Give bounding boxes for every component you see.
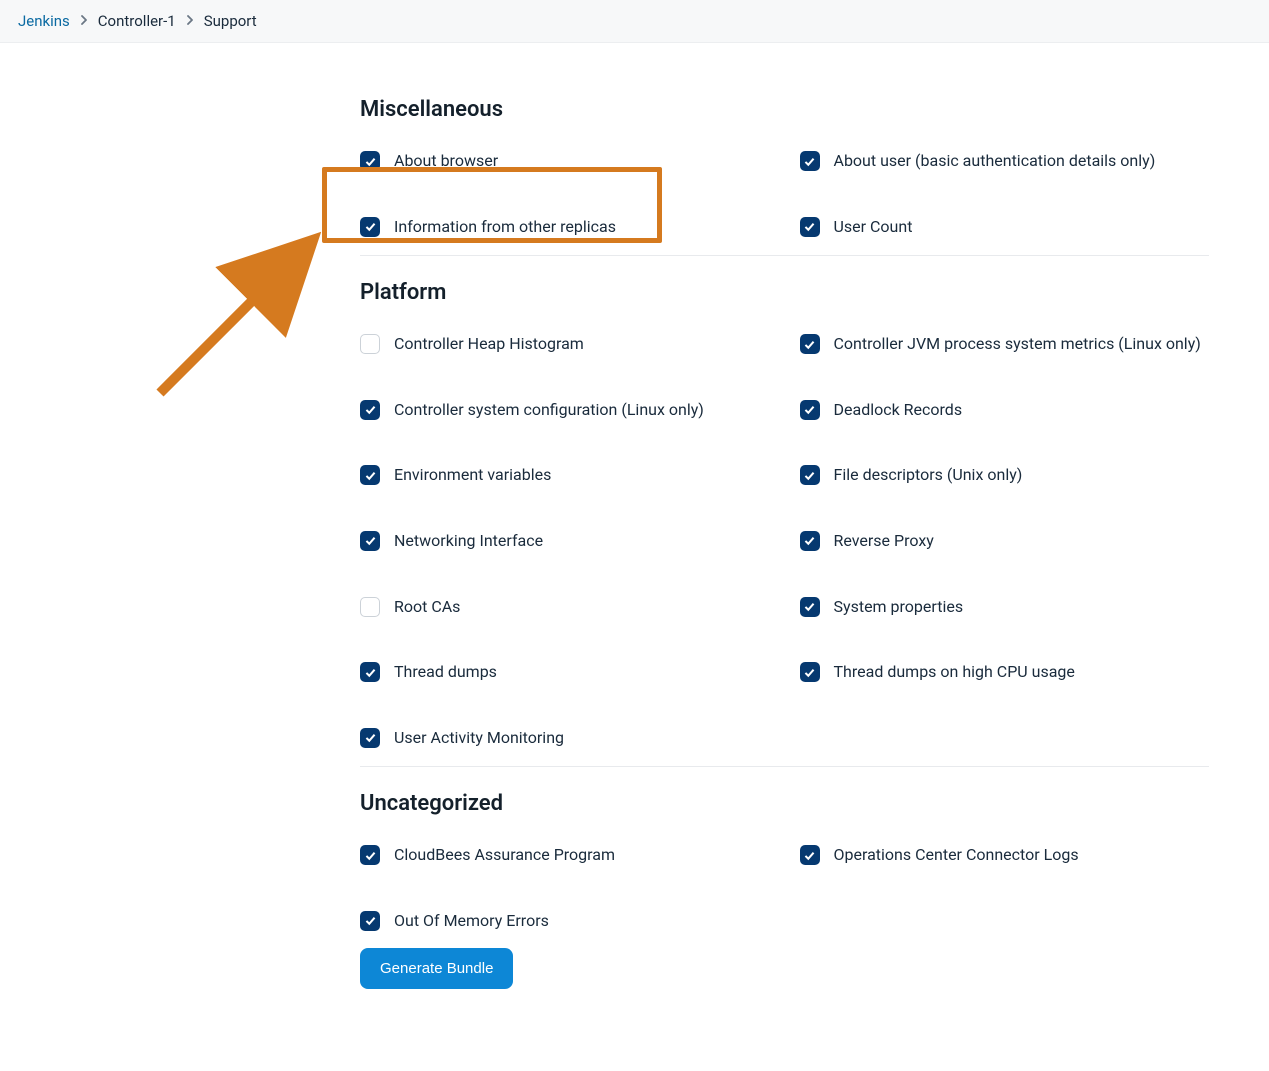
- section-title: Miscellaneous: [360, 97, 1209, 122]
- check-label: Operations Center Connector Logs: [834, 844, 1079, 866]
- section-uncategorized: Uncategorized CloudBees Assurance Progra…: [360, 791, 1209, 1006]
- check-label: Deadlock Records: [834, 399, 963, 421]
- check-label: Networking Interface: [394, 530, 543, 552]
- check-label: Controller Heap Histogram: [394, 333, 584, 355]
- check-label: Thread dumps on high CPU usage: [834, 661, 1075, 683]
- checkbox-about-user[interactable]: [800, 151, 820, 171]
- check-icon: [803, 220, 816, 233]
- check-label: Root CAs: [394, 596, 460, 618]
- checkbox-controller-heap-histogram[interactable]: [360, 334, 380, 354]
- checkbox-reverse-proxy[interactable]: [800, 531, 820, 551]
- checkbox-root-cas[interactable]: [360, 597, 380, 617]
- check-icon: [364, 403, 377, 416]
- check-label: Controller system configuration (Linux o…: [394, 399, 704, 421]
- chevron-right-icon: [186, 13, 194, 29]
- check-icon: [803, 155, 816, 168]
- checkbox-cloudbees-assurance[interactable]: [360, 845, 380, 865]
- check-label: Out Of Memory Errors: [394, 910, 549, 932]
- check-icon: [803, 534, 816, 547]
- check-icon: [364, 666, 377, 679]
- check-label: Thread dumps: [394, 661, 497, 683]
- breadcrumb-link-controller[interactable]: Controller-1: [98, 12, 176, 30]
- check-icon: [803, 666, 816, 679]
- check-item-about-user: About user (basic authentication details…: [800, 150, 1210, 172]
- check-item-cloudbees-assurance: CloudBees Assurance Program: [360, 844, 770, 866]
- check-label: CloudBees Assurance Program: [394, 844, 615, 866]
- check-item-about-browser: About browser: [360, 150, 770, 172]
- check-icon: [803, 338, 816, 351]
- check-label: User Activity Monitoring: [394, 727, 564, 749]
- chevron-right-icon: [80, 13, 88, 29]
- check-item-info-other-replicas: Information from other replicas: [360, 216, 770, 238]
- section-title: Platform: [360, 280, 1209, 305]
- check-icon: [364, 914, 377, 927]
- check-icon: [364, 220, 377, 233]
- check-icon: [364, 849, 377, 862]
- check-item-file-descriptors: File descriptors (Unix only): [800, 464, 1210, 486]
- breadcrumb-link-support[interactable]: Support: [204, 12, 257, 30]
- checkbox-file-descriptors[interactable]: [800, 465, 820, 485]
- check-item-root-cas: Root CAs: [360, 596, 770, 618]
- checkbox-user-activity-monitoring[interactable]: [360, 728, 380, 748]
- checkbox-about-browser[interactable]: [360, 151, 380, 171]
- check-icon: [803, 469, 816, 482]
- checkbox-thread-dumps-high-cpu[interactable]: [800, 662, 820, 682]
- check-item-controller-jvm-metrics: Controller JVM process system metrics (L…: [800, 333, 1210, 355]
- check-item-system-properties: System properties: [800, 596, 1210, 618]
- check-icon: [364, 731, 377, 744]
- check-item-oom-errors: Out Of Memory Errors: [360, 910, 770, 932]
- checkbox-info-other-replicas[interactable]: [360, 217, 380, 237]
- check-label: Environment variables: [394, 464, 551, 486]
- breadcrumb-link-jenkins[interactable]: Jenkins: [18, 12, 70, 30]
- check-item-thread-dumps-high-cpu: Thread dumps on high CPU usage: [800, 661, 1210, 683]
- section-platform: Platform Controller Heap Histogram Contro…: [360, 280, 1209, 767]
- section-miscellaneous: Miscellaneous About browser About user (b…: [360, 97, 1209, 256]
- check-item-controller-heap-histogram: Controller Heap Histogram: [360, 333, 770, 355]
- check-label: Controller JVM process system metrics (L…: [834, 333, 1201, 355]
- check-item-env-vars: Environment variables: [360, 464, 770, 486]
- breadcrumb: Jenkins Controller-1 Support: [0, 0, 1269, 43]
- annotation-arrow-icon: [150, 223, 330, 403]
- checkbox-oom-errors[interactable]: [360, 911, 380, 931]
- checkbox-oc-connector-logs[interactable]: [800, 845, 820, 865]
- checkbox-deadlock-records[interactable]: [800, 400, 820, 420]
- check-item-networking-interface: Networking Interface: [360, 530, 770, 552]
- check-label: User Count: [834, 216, 913, 238]
- check-label: Information from other replicas: [394, 216, 616, 238]
- check-icon: [803, 403, 816, 416]
- checkbox-controller-sys-config[interactable]: [360, 400, 380, 420]
- check-label: About browser: [394, 150, 498, 172]
- check-label: File descriptors (Unix only): [834, 464, 1023, 486]
- check-label: Reverse Proxy: [834, 530, 934, 552]
- checkbox-thread-dumps[interactable]: [360, 662, 380, 682]
- check-icon: [364, 469, 377, 482]
- check-item-deadlock-records: Deadlock Records: [800, 399, 1210, 421]
- check-icon: [364, 534, 377, 547]
- generate-bundle-button[interactable]: Generate Bundle: [360, 948, 513, 989]
- checkbox-env-vars[interactable]: [360, 465, 380, 485]
- checkbox-system-properties[interactable]: [800, 597, 820, 617]
- check-label: System properties: [834, 596, 964, 618]
- check-icon: [803, 600, 816, 613]
- check-icon: [364, 155, 377, 168]
- check-item-user-activity-monitoring: User Activity Monitoring: [360, 727, 770, 749]
- check-item-controller-sys-config: Controller system configuration (Linux o…: [360, 399, 770, 421]
- check-item-thread-dumps: Thread dumps: [360, 661, 770, 683]
- check-label: About user (basic authentication details…: [834, 150, 1156, 172]
- check-item-oc-connector-logs: Operations Center Connector Logs: [800, 844, 1210, 866]
- check-icon: [803, 849, 816, 862]
- check-item-user-count: User Count: [800, 216, 1210, 238]
- checkbox-networking-interface[interactable]: [360, 531, 380, 551]
- check-item-reverse-proxy: Reverse Proxy: [800, 530, 1210, 552]
- checkbox-controller-jvm-metrics[interactable]: [800, 334, 820, 354]
- checkbox-user-count[interactable]: [800, 217, 820, 237]
- section-title: Uncategorized: [360, 791, 1209, 816]
